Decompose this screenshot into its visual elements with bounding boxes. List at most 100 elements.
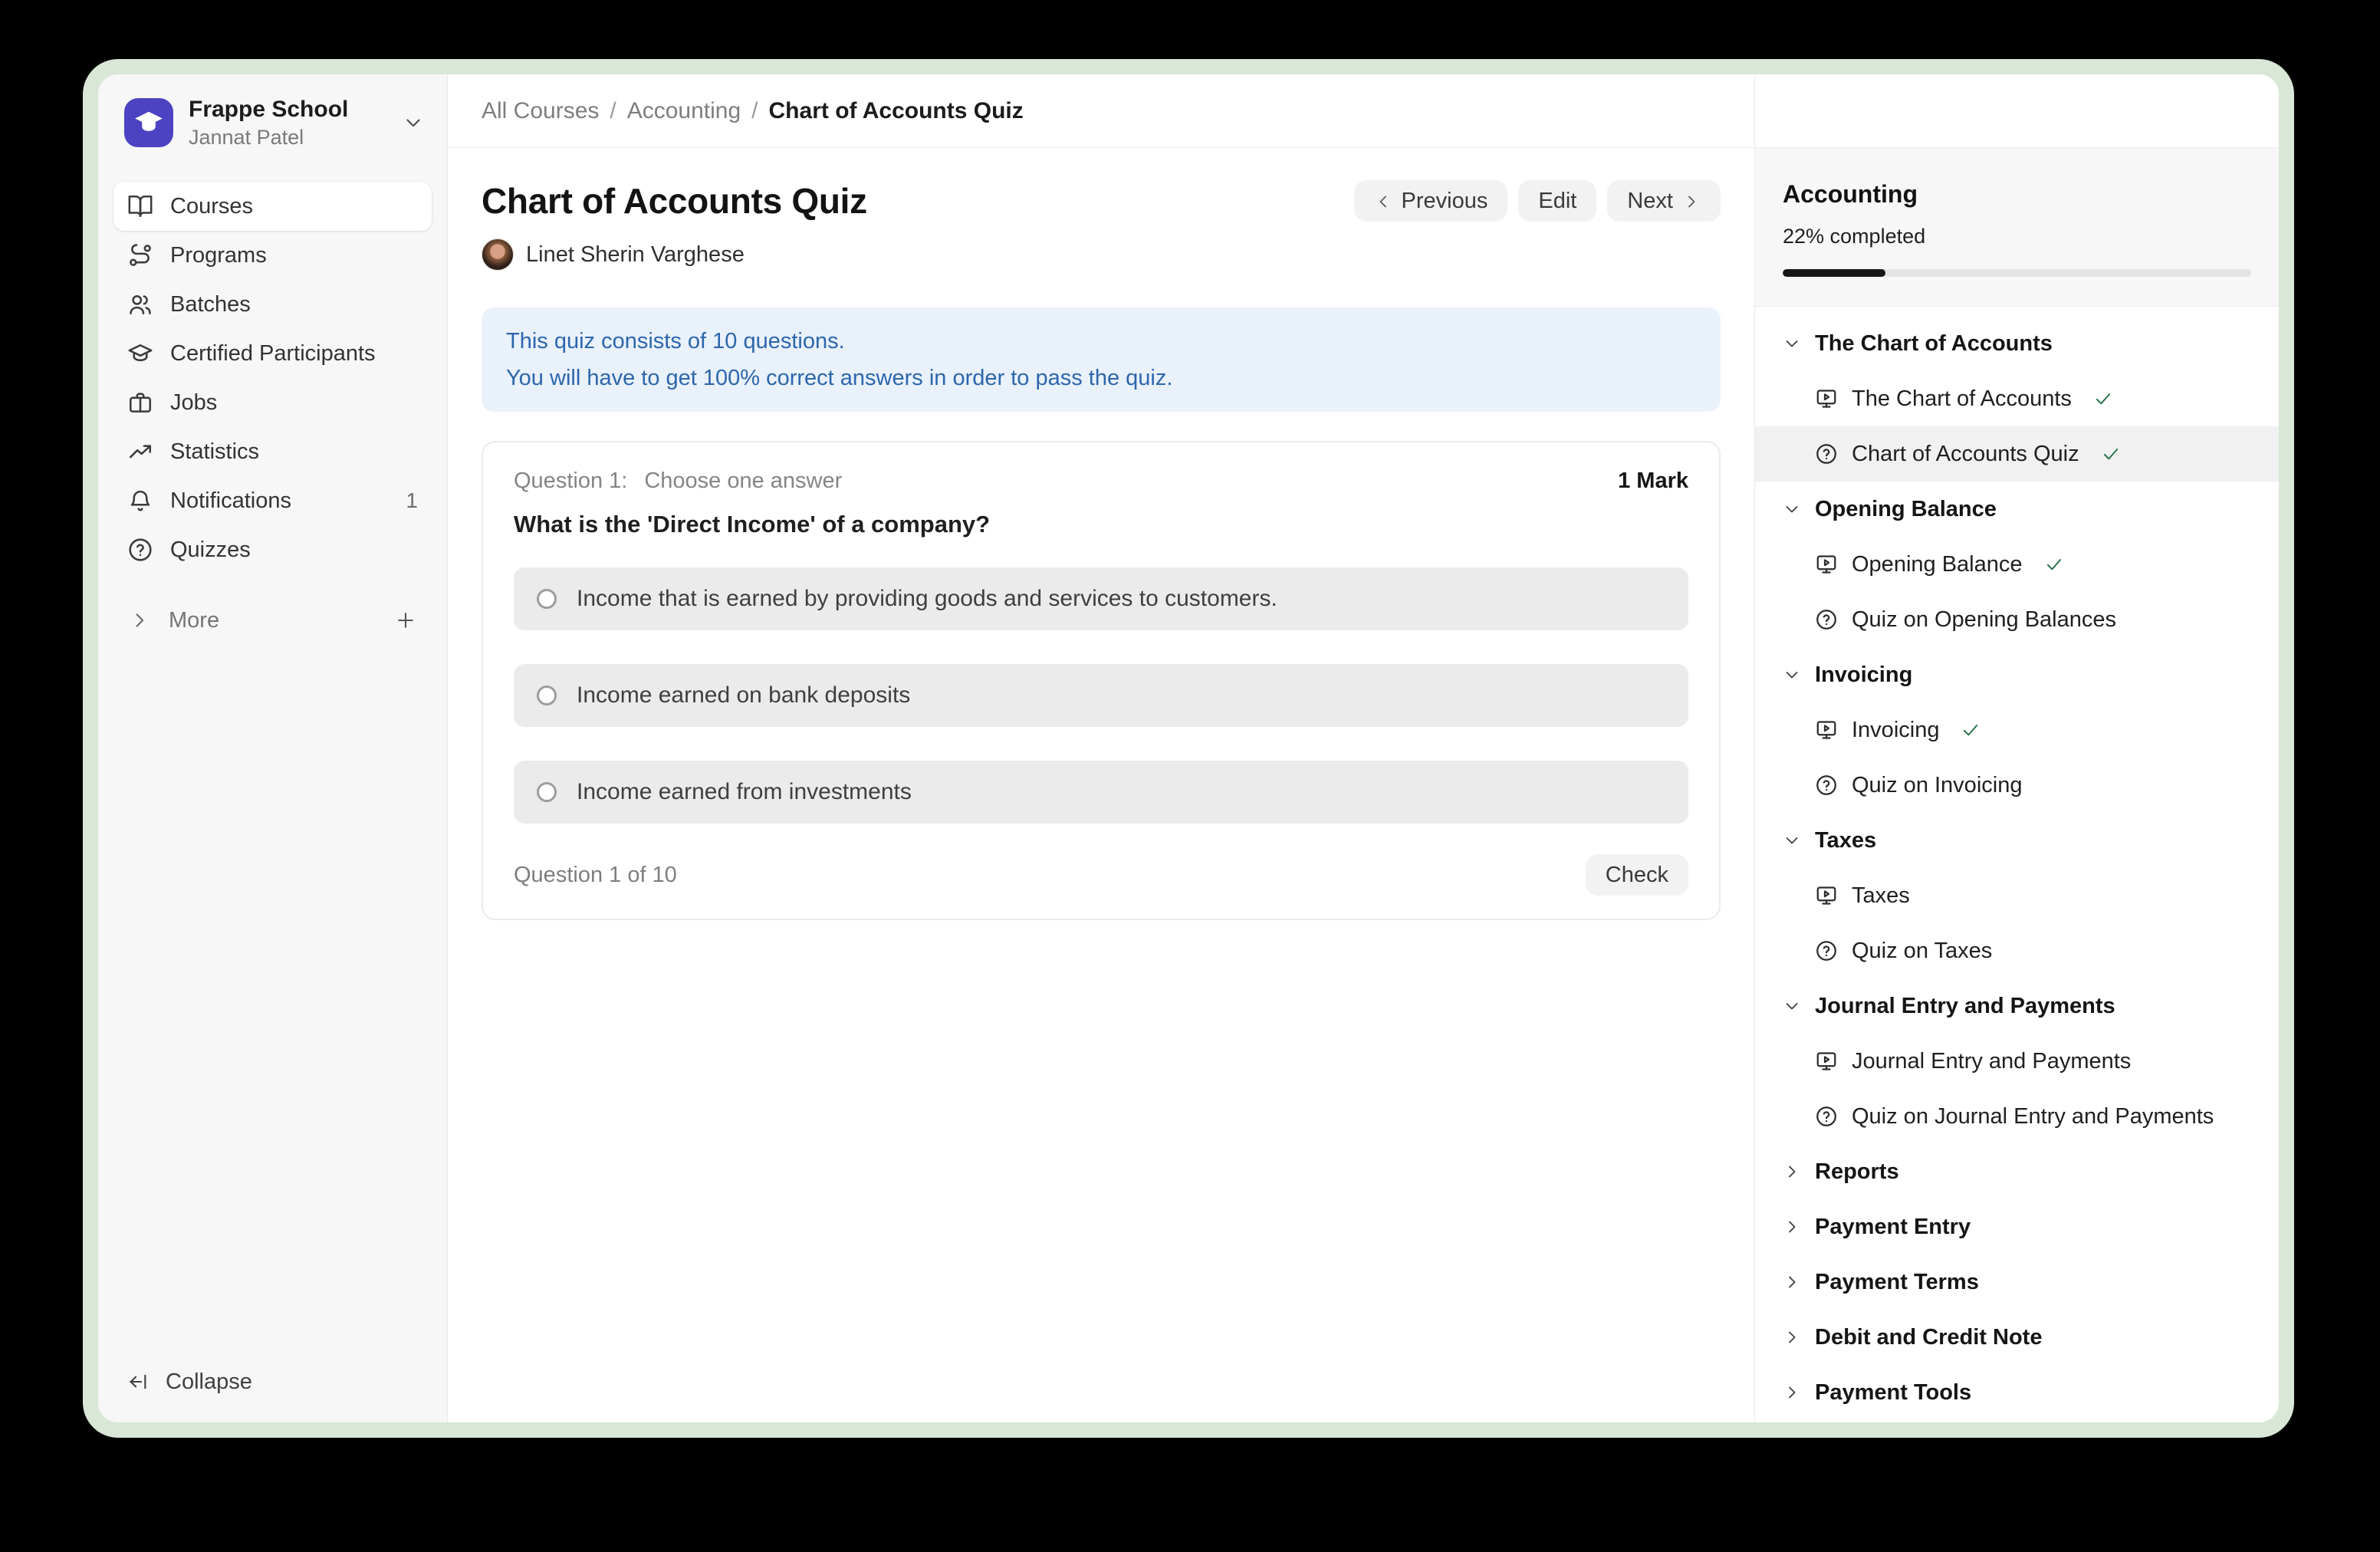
sidebar-item-quizzes[interactable]: Quizzes: [113, 525, 432, 574]
outline-list: The Chart of Accounts The Chart of Accoun…: [1755, 307, 2279, 1422]
sidebar-item-programs[interactable]: Programs: [113, 231, 432, 280]
outline-lesson-item[interactable]: Journal Entry and Payments: [1755, 1034, 2279, 1089]
answer-option[interactable]: Income earned from investments: [514, 761, 1688, 824]
question-instruction: Choose one answer: [644, 469, 842, 494]
workspace-user: Jannat Patel: [189, 125, 387, 150]
outline-quiz-item[interactable]: Quiz on Invoicing: [1755, 758, 2279, 813]
collapse-icon: [127, 1371, 149, 1393]
outline-lesson-item[interactable]: Invoicing: [1755, 702, 2279, 758]
book-open-icon: [127, 193, 153, 219]
sidebar-item-label: Courses: [170, 194, 253, 219]
chapter-row[interactable]: Invoicing: [1755, 647, 2279, 702]
edit-button[interactable]: Edit: [1518, 180, 1596, 222]
chevron-down-icon: [1783, 334, 1801, 353]
breadcrumb: All Courses/Accounting/Chart of Accounts…: [448, 74, 1754, 148]
breadcrumb-separator: /: [610, 98, 616, 124]
outline-item-label: Chart of Accounts Quiz: [1852, 442, 2079, 467]
collapse-sidebar-button[interactable]: Collapse: [113, 1361, 432, 1402]
main-area: All Courses/Accounting/Chart of Accounts…: [448, 74, 1754, 1422]
sidebar-item-courses[interactable]: Courses: [113, 182, 432, 231]
outline-quiz-item[interactable]: Quiz on Opening Balances: [1755, 592, 2279, 647]
outline-item-label: Quiz on Journal Entry and Payments: [1852, 1104, 2214, 1129]
chapter-row[interactable]: Payment Tools: [1755, 1365, 2279, 1420]
sidebar-item-label: Quizzes: [170, 538, 251, 563]
sidebar-item-batches[interactable]: Batches: [113, 280, 432, 329]
chapter-title: Payment Terms: [1815, 1270, 1979, 1295]
chevron-right-icon: [1783, 1162, 1801, 1181]
breadcrumb-item[interactable]: All Courses: [482, 98, 599, 124]
answer-option[interactable]: Income that is earned by providing goods…: [514, 567, 1688, 630]
outline-item-label: Opening Balance: [1852, 552, 2023, 577]
question-marks: 1 Mark: [1618, 469, 1688, 494]
question-text: What is the 'Direct Income' of a company…: [514, 511, 1688, 538]
sidebar-item-statistics[interactable]: Statistics: [113, 427, 432, 476]
chapter-title: Journal Entry and Payments: [1815, 994, 2115, 1019]
quiz-icon: [1815, 1105, 1838, 1128]
outline-item-label: Taxes: [1852, 883, 1910, 909]
check-button[interactable]: Check: [1586, 854, 1688, 896]
sidebar-item-jobs[interactable]: Jobs: [113, 378, 432, 427]
chapter-title: The Chart of Accounts: [1815, 331, 2053, 357]
instruction-line: You will have to get 100% correct answer…: [506, 360, 1696, 396]
sidebar-item-label: Jobs: [170, 390, 217, 416]
chapter-title: Debit and Credit Note: [1815, 1325, 2042, 1350]
users-icon: [127, 291, 153, 317]
left-sidebar: Frappe School Jannat Patel Courses Progra…: [98, 74, 448, 1422]
course-title: Accounting: [1783, 179, 2251, 209]
chapter-row[interactable]: Journal Entry and Payments: [1755, 978, 2279, 1034]
quiz-icon: [1815, 442, 1838, 465]
chapter-row[interactable]: Taxes: [1755, 813, 2279, 868]
answer-option[interactable]: Income earned on bank deposits: [514, 664, 1688, 727]
workspace-switcher[interactable]: Frappe School Jannat Patel: [113, 90, 432, 156]
outline-quiz-item[interactable]: Quiz on Taxes: [1755, 923, 2279, 978]
author-avatar: [482, 238, 514, 271]
breadcrumb-item: Chart of Accounts Quiz: [769, 98, 1024, 124]
previous-button[interactable]: Previous: [1354, 180, 1508, 222]
question-progress: Question 1 of 10: [514, 863, 677, 888]
quiz-icon: [1815, 774, 1838, 797]
chapter-row[interactable]: Payment Terms: [1755, 1254, 2279, 1310]
sidebar-item-certified-participants[interactable]: Certified Participants: [113, 329, 432, 378]
lesson-video-icon: [1815, 553, 1838, 576]
outline-lesson-item[interactable]: The Chart of Accounts: [1755, 371, 2279, 426]
sidebar-item-notifications[interactable]: Notifications1: [113, 476, 432, 525]
sidebar-item-label: Certified Participants: [170, 341, 376, 367]
lesson-video-icon: [1815, 1050, 1838, 1073]
chapter-row[interactable]: Payment Entry: [1755, 1199, 2279, 1254]
chapter-row[interactable]: Reports: [1755, 1144, 2279, 1199]
plus-icon[interactable]: [395, 610, 416, 631]
course-outline-panel: Accounting 22% completed The Chart of Ac…: [1754, 74, 2279, 1422]
graduation-cap-logo-icon: [132, 106, 166, 140]
quiz-instructions-banner: This quiz consists of 10 questions. You …: [482, 307, 1721, 412]
sidebar-more[interactable]: More: [113, 597, 432, 643]
radio-button[interactable]: [537, 782, 557, 802]
workspace-title: Frappe School: [189, 96, 387, 123]
progress-fill: [1783, 269, 1885, 277]
page-title: Chart of Accounts Quiz: [482, 180, 867, 222]
outline-quiz-item[interactable]: Chart of Accounts Quiz: [1755, 426, 2279, 482]
outline-lesson-item[interactable]: Opening Balance: [1755, 537, 2279, 592]
chevron-down-icon[interactable]: [403, 112, 424, 133]
chapter-row[interactable]: The Chart of Accounts: [1755, 316, 2279, 371]
chevron-down-icon: [1783, 831, 1801, 850]
chevron-right-icon: [129, 610, 150, 631]
chevron-down-icon: [1783, 666, 1801, 684]
outline-lesson-item[interactable]: Taxes: [1755, 868, 2279, 923]
radio-button[interactable]: [537, 686, 557, 705]
outline-quiz-item[interactable]: Quiz on Journal Entry and Payments: [1755, 1089, 2279, 1144]
graduation-cap-icon: [127, 340, 153, 367]
author-name: Linet Sherin Varghese: [526, 242, 745, 268]
help-circle-icon: [127, 537, 153, 563]
outline-topbar: [1755, 74, 2279, 148]
app-window: Frappe School Jannat Patel Courses Progra…: [83, 59, 2294, 1438]
chapter-row[interactable]: Debit and Credit Note: [1755, 1310, 2279, 1365]
radio-button[interactable]: [537, 589, 557, 609]
next-button[interactable]: Next: [1607, 180, 1721, 222]
chapter-row[interactable]: Opening Balance: [1755, 482, 2279, 537]
collapse-label: Collapse: [166, 1370, 252, 1395]
completed-check-icon: [2093, 444, 2121, 464]
chapter-title: Opening Balance: [1815, 497, 1997, 522]
question-card: Question 1: Choose one answer 1 Mark Wha…: [482, 441, 1721, 920]
breadcrumb-item[interactable]: Accounting: [627, 98, 741, 124]
outline-item-label: The Chart of Accounts: [1852, 386, 2072, 412]
